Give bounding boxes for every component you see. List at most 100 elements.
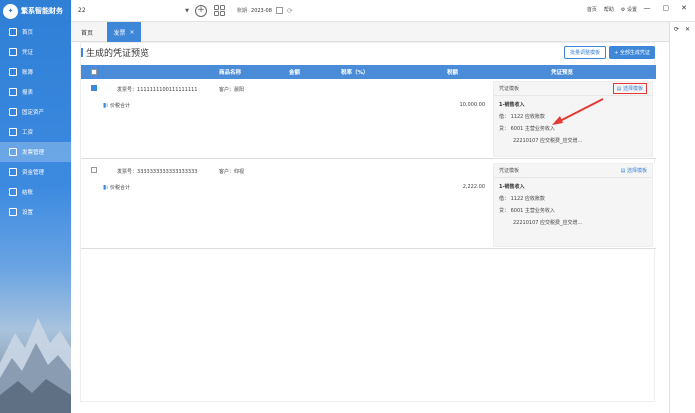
customer: 客户：仰视 xyxy=(219,169,245,175)
nav-icon xyxy=(9,48,17,56)
sidebar-item-label: 发票管理 xyxy=(22,150,45,156)
sidebar-item-5[interactable]: 工资 xyxy=(0,122,71,142)
voucher-line: 借： 1122 应收账款 xyxy=(499,114,545,120)
sidebar-item-label: 账簿 xyxy=(22,70,34,76)
invoice-number: 发票号：1111111100111111111 xyxy=(117,87,198,93)
tab-home[interactable]: 首页 xyxy=(71,22,103,42)
voucher-line: 22210107 应交税费_应交增... xyxy=(513,138,583,144)
page-title: 生成的凭证预览 xyxy=(81,46,149,59)
mountain-illustration xyxy=(0,318,71,413)
top-links: 首页 帮助 ⚙ 设置 xyxy=(587,6,637,13)
batch-template-button[interactable]: 批量调整模板 xyxy=(564,46,606,59)
nav-icon xyxy=(9,68,17,76)
nav-icon xyxy=(9,108,17,116)
voucher-summary: 1-销售收入 xyxy=(499,184,525,190)
sidebar-item-label: 资金管理 xyxy=(22,170,45,176)
invoice-number: 发票号：3333333333333333333 xyxy=(117,169,198,175)
top-bar: 22 ▼ + 账期 2023-08 ⟳ 首页 帮助 ⚙ 设置 — ▢ ✕ xyxy=(71,0,695,22)
sidebar-item-label: 首页 xyxy=(22,30,34,36)
header-product: 商品名称 xyxy=(219,70,242,76)
link-settings[interactable]: ⚙ 设置 xyxy=(621,6,637,13)
sidebar-item-0[interactable]: 首页 xyxy=(0,22,71,42)
refresh-icon[interactable]: ⟳ xyxy=(287,7,293,15)
voucher-line: 贷： 6001 主营业务收入 xyxy=(499,126,555,132)
sidebar-item-label: 工资 xyxy=(22,130,34,136)
table-row: 发票号：3333333333333333333 客户：仰视 ▮ı 价税合计 2,2… xyxy=(81,163,656,249)
voucher-preview: 凭证模板 ▤ 选择模板 1-销售收入 借： 1122 应收账款 贷： 6001 … xyxy=(493,81,653,157)
period-value: 2023-08 xyxy=(251,7,272,14)
close-icon[interactable]: ✕ xyxy=(681,4,687,12)
header-amount: 金额 xyxy=(289,70,301,76)
sidebar-item-7[interactable]: 资金管理 xyxy=(0,162,71,182)
voucher-summary: 1-销售收入 xyxy=(499,102,525,108)
nav-icon xyxy=(9,28,17,36)
voucher-preview: 凭证模板 ▤ 选择模板 1-销售收入 借： 1122 应收账款 贷： 6001 … xyxy=(493,163,653,247)
voucher-line: 22210107 应交税费_应交增... xyxy=(513,220,583,226)
company-select[interactable]: 22 ▼ xyxy=(76,4,191,18)
amount: 2,222.00 xyxy=(462,184,485,190)
sidebar-item-1[interactable]: 凭证 xyxy=(0,42,71,62)
nav-icon xyxy=(9,168,17,176)
generate-all-button[interactable]: + 全部生成凭证 xyxy=(609,46,655,59)
sidebar-item-label: 凭证 xyxy=(22,50,34,56)
company-value: 22 xyxy=(78,7,86,14)
voucher-line: 贷： 6001 主营业务收入 xyxy=(499,208,555,214)
restore-icon[interactable]: ▢ xyxy=(663,4,670,12)
select-all-checkbox[interactable] xyxy=(91,69,97,75)
nav-icon xyxy=(9,188,17,196)
app-logo: ✦ 繁系智能财务 xyxy=(0,0,71,22)
logo-icon: ✦ xyxy=(3,3,18,19)
nav-icon xyxy=(9,148,17,156)
sidebar-item-2[interactable]: 账簿 xyxy=(0,62,71,82)
select-template-link[interactable]: ▤ 选择模板 xyxy=(612,83,647,94)
link-help[interactable]: 帮助 xyxy=(604,6,614,13)
sidebar-item-9[interactable]: 设置 xyxy=(0,202,71,222)
sidebar-item-label: 固定资产 xyxy=(22,110,45,116)
chart-icon: ▮ı xyxy=(103,184,108,191)
nav-icon xyxy=(9,128,17,136)
chart-icon: ▮ı xyxy=(103,102,108,109)
nav-icon xyxy=(9,88,17,96)
period-picker[interactable]: 账期 2023-08 ⟳ xyxy=(237,7,293,15)
logo-text: 繁系智能财务 xyxy=(21,7,63,15)
sidebar-item-3[interactable]: 报表 xyxy=(0,82,71,102)
chevron-down-icon: ▼ xyxy=(185,7,189,14)
sidebar-item-6[interactable]: 发票管理 xyxy=(0,142,71,162)
table-header: 商品名称 金额 税率（%） 税额 凭证预览 xyxy=(81,65,656,79)
sidebar-item-label: 结账 xyxy=(22,190,34,196)
subtotal: ▮ı 价税合计 xyxy=(103,102,130,109)
header-tax-rate: 税率（%） xyxy=(341,70,369,76)
link-home[interactable]: 首页 xyxy=(587,6,597,13)
customer: 客户：晨阳 xyxy=(219,87,245,93)
sidebar: ✦ 繁系智能财务 首页凭证账簿报表固定资产工资发票管理资金管理结账设置 xyxy=(0,0,71,413)
calendar-icon[interactable] xyxy=(275,7,283,14)
sidebar-item-8[interactable]: 结账 xyxy=(0,182,71,202)
voucher-title: 凭证模板 xyxy=(499,168,520,174)
subtotal: ▮ı 价税合计 xyxy=(103,184,130,191)
amount: 10,000.00 xyxy=(459,102,485,108)
nav-icon xyxy=(9,208,17,216)
reload-icon[interactable]: ⟳ xyxy=(674,26,679,33)
add-icon[interactable]: + xyxy=(195,4,207,17)
tab-bar: 首页 发票 × xyxy=(71,22,669,42)
content-panel: 生成的凭证预览 批量调整模板 + 全部生成凭证 商品名称 金额 税率（%） 税额… xyxy=(80,42,656,402)
period-label: 账期 xyxy=(237,8,248,14)
row-checkbox[interactable] xyxy=(91,167,97,173)
sidebar-item-label: 设置 xyxy=(22,210,34,216)
grid-icon[interactable] xyxy=(214,5,225,16)
close-tab-icon[interactable]: ✕ xyxy=(685,26,690,33)
tab-invoice[interactable]: 发票 × xyxy=(107,22,141,42)
select-template-link[interactable]: ▤ 选择模板 xyxy=(621,167,647,174)
minimize-icon[interactable]: — xyxy=(644,4,651,12)
header-voucher-preview: 凭证预览 xyxy=(551,70,574,76)
sidebar-item-4[interactable]: 固定资产 xyxy=(0,102,71,122)
window-controls: — ▢ ✕ xyxy=(644,4,688,12)
right-strip: ⟳ ✕ xyxy=(669,22,695,413)
table-row: 发票号：1111111100111111111 客户：晨阳 ▮ı 价税合计 10,… xyxy=(81,81,656,159)
voucher-title: 凭证模板 xyxy=(499,86,520,92)
header-tax: 税额 xyxy=(447,70,459,76)
voucher-line: 借： 1122 应收账款 xyxy=(499,196,545,202)
row-checkbox[interactable] xyxy=(91,85,97,91)
tab-close-icon[interactable]: × xyxy=(129,29,134,36)
sidebar-item-label: 报表 xyxy=(22,90,34,96)
